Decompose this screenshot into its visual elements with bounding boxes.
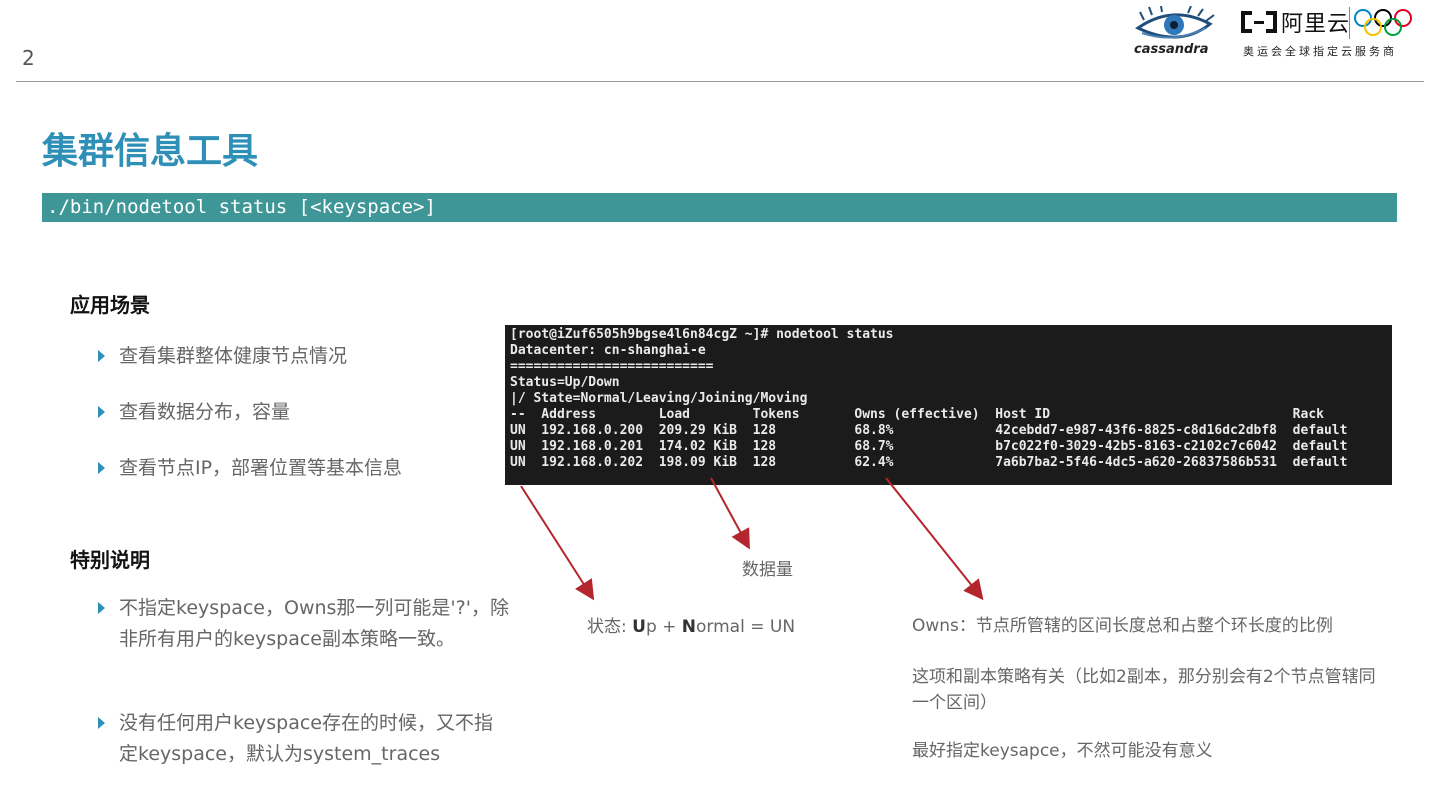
use-case-item: 查看节点IP，部署位置等基本信息 [98, 453, 403, 484]
use-case-item: 查看集群整体健康节点情况 [98, 341, 348, 372]
status-u: U [632, 617, 646, 637]
page-number: 2 [22, 46, 35, 70]
notes-heading: 特别说明 [70, 548, 150, 572]
use-case-text: 查看节点IP，部署位置等基本信息 [119, 457, 403, 479]
olympic-rings-icon [1354, 9, 1412, 36]
terminal-line: Status=Up/Down [510, 375, 620, 390]
bullet-triangle-icon [98, 462, 105, 474]
replica-explanation: 这项和副本策略有关（比如2副本，那分别会有2个节点管辖同一个区间） [912, 667, 1376, 713]
terminal-line: |/ State=Normal/Leaving/Joining/Moving [510, 391, 808, 406]
status-arrow [520, 485, 595, 601]
slide-title: 集群信息工具 [42, 131, 259, 172]
logo-divider [1349, 7, 1350, 39]
aliyun-logo-icon [1241, 11, 1277, 33]
use-cases-heading: 应用场景 [70, 293, 150, 317]
header-divider [16, 81, 1424, 82]
best-practice-note: 最好指定keysapce，不然可能没有意义 [912, 741, 1213, 761]
cassandra-wordmark: cassandra [1134, 42, 1209, 57]
terminal-line: Datacenter: cn-shanghai-e [510, 343, 706, 358]
status-mid: p + [645, 617, 682, 637]
load-arrow [710, 477, 750, 550]
data-amount-label: 数据量 [742, 560, 793, 580]
terminal-line: UN 192.168.0.202 198.09 KiB 128 62.4% 7a… [510, 455, 1348, 470]
note-item: 没有任何用户keyspace存在的时候，又不指定keyspace，默认为syst… [98, 708, 509, 770]
terminal-line: -- Address Load Tokens Owns (effective) … [510, 407, 1324, 422]
status-suffix: ormal = UN [696, 617, 796, 637]
bullet-triangle-icon [98, 406, 105, 418]
owns-explanation: Owns：节点所管辖的区间长度总和占整个环长度的比例 [912, 616, 1333, 636]
use-case-text: 查看数据分布，容量 [119, 401, 291, 423]
bullet-triangle-icon [98, 717, 105, 729]
status-n: N [681, 617, 697, 637]
terminal-line: [root@iZuf6505h9bgse4l6n84cgZ ~]# nodeto… [510, 327, 894, 342]
command-text: ./bin/nodetool status [<keyspace>] [47, 196, 436, 218]
terminal-line: UN 192.168.0.200 209.29 KiB 128 68.8% 42… [510, 423, 1348, 438]
terminal-output: [root@iZuf6505h9bgse4l6n84cgZ ~]# nodeto… [505, 325, 1392, 485]
bullet-triangle-icon [98, 602, 105, 614]
bullet-triangle-icon [98, 350, 105, 362]
terminal-line: ========================== [510, 359, 714, 374]
use-case-text: 查看集群整体健康节点情况 [119, 345, 348, 367]
status-prefix: 状态: [587, 617, 633, 637]
aliyun-name: 阿里云 [1281, 12, 1351, 37]
note-text: 没有任何用户keyspace存在的时候，又不指定keyspace，默认为syst… [119, 712, 493, 765]
aliyun-tagline: 奥运会全球指定云服务商 [1243, 45, 1397, 58]
status-label: 状态: Up + Normal = UN [587, 614, 795, 640]
use-case-item: 查看数据分布，容量 [98, 397, 291, 428]
terminal-line: UN 192.168.0.201 174.02 KiB 128 68.7% b7… [510, 439, 1348, 454]
note-text: 不指定keyspace，Owns那一列可能是'?'，除非所有用户的keyspac… [119, 597, 509, 650]
note-item: 不指定keyspace，Owns那一列可能是'?'，除非所有用户的keyspac… [98, 593, 509, 655]
owns-arrow [885, 477, 984, 601]
